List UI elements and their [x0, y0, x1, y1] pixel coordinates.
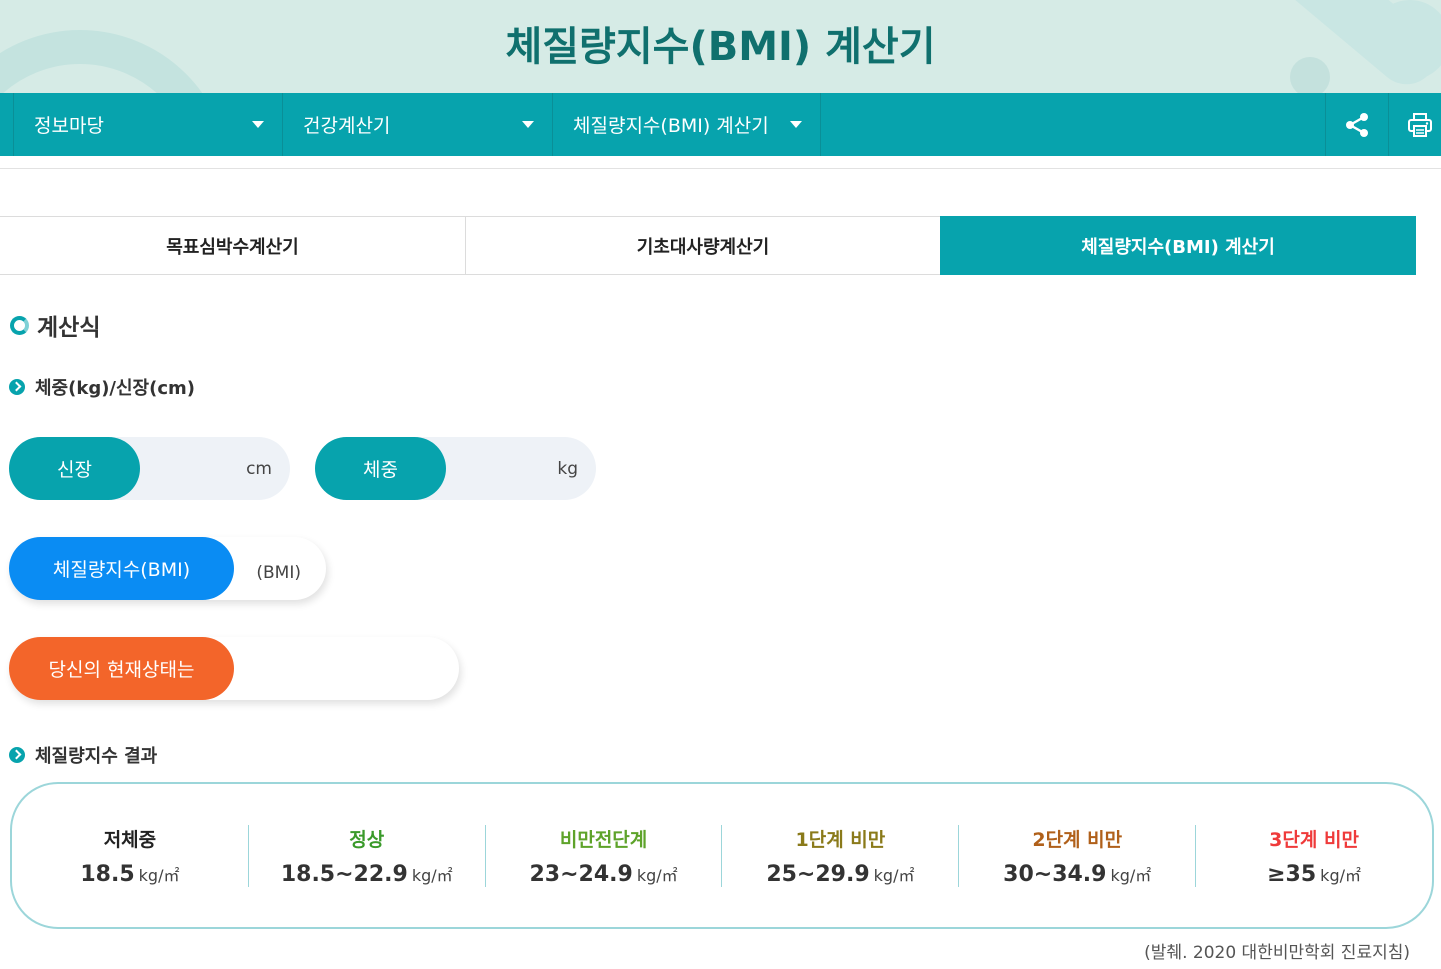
- result-heading-text: 체질량지수 결과: [35, 746, 158, 767]
- range-value: 25~29.9: [766, 861, 870, 887]
- category-range: ≥35 kg/㎡: [1267, 862, 1361, 887]
- weight-input-group: 체중 kg: [315, 437, 596, 500]
- tab-bmi-calculator[interactable]: 체질량지수(BMI) 계산기: [940, 216, 1416, 275]
- nav-dropdown-label: 정보마당: [34, 115, 104, 137]
- chevron-right-icon: [9, 379, 25, 395]
- section-heading-formula: 계산식: [10, 308, 100, 342]
- range-value: 23~24.9: [529, 861, 633, 887]
- range-value: 18.5: [80, 861, 135, 887]
- weight-unit: kg: [557, 458, 578, 479]
- caret-down-icon: [252, 121, 264, 128]
- ring-icon: [10, 315, 29, 335]
- status-output[interactable]: [234, 648, 459, 689]
- nav-dropdown-label: 체질량지수(BMI) 계산기: [573, 115, 769, 137]
- source-note: (발췌. 2020 대한비만학회 진료지침): [1144, 943, 1410, 963]
- height-input[interactable]: [140, 448, 247, 489]
- chevron-right-icon: [9, 747, 25, 763]
- range-unit: kg/㎡: [1320, 865, 1361, 885]
- category-name: 비만전단계: [559, 828, 648, 851]
- bmi-output-group: 체질량지수(BMI) (BMI): [9, 537, 326, 600]
- bmi-result-table: 저체중 18.5 kg/㎡ 정상 18.5~22.9 kg/㎡ 비만전단계 23~2…: [10, 782, 1434, 929]
- tab-basal-metabolic-rate[interactable]: 기초대사량계산기: [466, 217, 940, 274]
- result-category: 3단계 비만 ≥35 kg/㎡: [1196, 825, 1432, 887]
- print-icon: [1408, 112, 1432, 137]
- result-category: 정상 18.5~22.9 kg/㎡: [249, 824, 486, 887]
- bmi-label: 체질량지수(BMI): [9, 537, 234, 600]
- nav-dropdown-bmi[interactable]: 체질량지수(BMI) 계산기: [553, 93, 821, 156]
- category-range: 23~24.9 kg/㎡: [529, 862, 677, 887]
- category-range: 30~34.9 kg/㎡: [1003, 862, 1151, 887]
- header-banner: 체질량지수(BMI) 계산기: [0, 0, 1441, 93]
- category-range: 18.5~22.9 kg/㎡: [281, 862, 453, 887]
- range-value: ≥35: [1267, 861, 1317, 887]
- bmi-output[interactable]: [234, 548, 257, 589]
- height-input-group: 신장 cm: [9, 437, 290, 500]
- divider: [0, 156, 1441, 169]
- category-name: 2단계 비만: [1032, 828, 1123, 851]
- range-unit: kg/㎡: [636, 865, 678, 885]
- section-heading-text: 계산식: [37, 315, 101, 341]
- category-name: 1단계 비만: [795, 828, 886, 851]
- range-value: 18.5~22.9: [280, 861, 408, 887]
- weight-input[interactable]: [446, 448, 558, 489]
- range-unit: kg/㎡: [873, 865, 915, 885]
- calculator-tabs: 목표심박수계산기 기초대사량계산기 체질량지수(BMI) 계산기: [0, 216, 1416, 275]
- formula-text: 체중(kg)/신장(cm): [35, 378, 196, 399]
- page-title: 체질량지수(BMI) 계산기: [505, 24, 936, 70]
- print-button[interactable]: [1388, 93, 1441, 156]
- share-icon: [1346, 112, 1368, 137]
- range-unit: kg/㎡: [1110, 865, 1152, 885]
- range-unit: kg/㎡: [411, 865, 453, 885]
- caret-down-icon: [790, 121, 802, 128]
- category-name: 3단계 비만: [1269, 828, 1359, 851]
- weight-label: 체중: [315, 437, 446, 500]
- status-output-group: 당신의 현재상태는: [9, 637, 459, 700]
- result-subheading: 체질량지수 결과: [9, 742, 157, 768]
- caret-down-icon: [522, 121, 534, 128]
- status-label: 당신의 현재상태는: [9, 637, 234, 700]
- category-range: 25~29.9 kg/㎡: [766, 862, 914, 887]
- category-range: 18.5 kg/㎡: [80, 862, 179, 887]
- nav-dropdown-label: 건강계산기: [303, 115, 391, 137]
- share-button[interactable]: [1325, 93, 1388, 156]
- range-value: 30~34.9: [1003, 861, 1107, 887]
- formula-subheading: 체중(kg)/신장(cm): [9, 374, 195, 400]
- bmi-unit: (BMI): [256, 562, 301, 583]
- range-unit: kg/㎡: [138, 865, 180, 885]
- height-unit: cm: [246, 458, 272, 479]
- tab-target-heart-rate[interactable]: 목표심박수계산기: [0, 217, 466, 274]
- height-label: 신장: [9, 437, 140, 500]
- result-category: 저체중 18.5 kg/㎡: [12, 824, 249, 887]
- result-category: 비만전단계 23~24.9 kg/㎡: [486, 824, 723, 887]
- nav-dropdown-info[interactable]: 정보마당: [13, 93, 283, 156]
- category-name: 정상: [349, 828, 385, 851]
- category-name: 저체중: [103, 828, 157, 851]
- result-category: 1단계 비만 25~29.9 kg/㎡: [722, 824, 960, 887]
- nav-dropdown-calculators[interactable]: 건강계산기: [283, 93, 553, 156]
- result-category: 2단계 비만 30~34.9 kg/㎡: [959, 824, 1197, 887]
- breadcrumb-nav: 정보마당 건강계산기 체질량지수(BMI) 계산기: [0, 93, 1441, 156]
